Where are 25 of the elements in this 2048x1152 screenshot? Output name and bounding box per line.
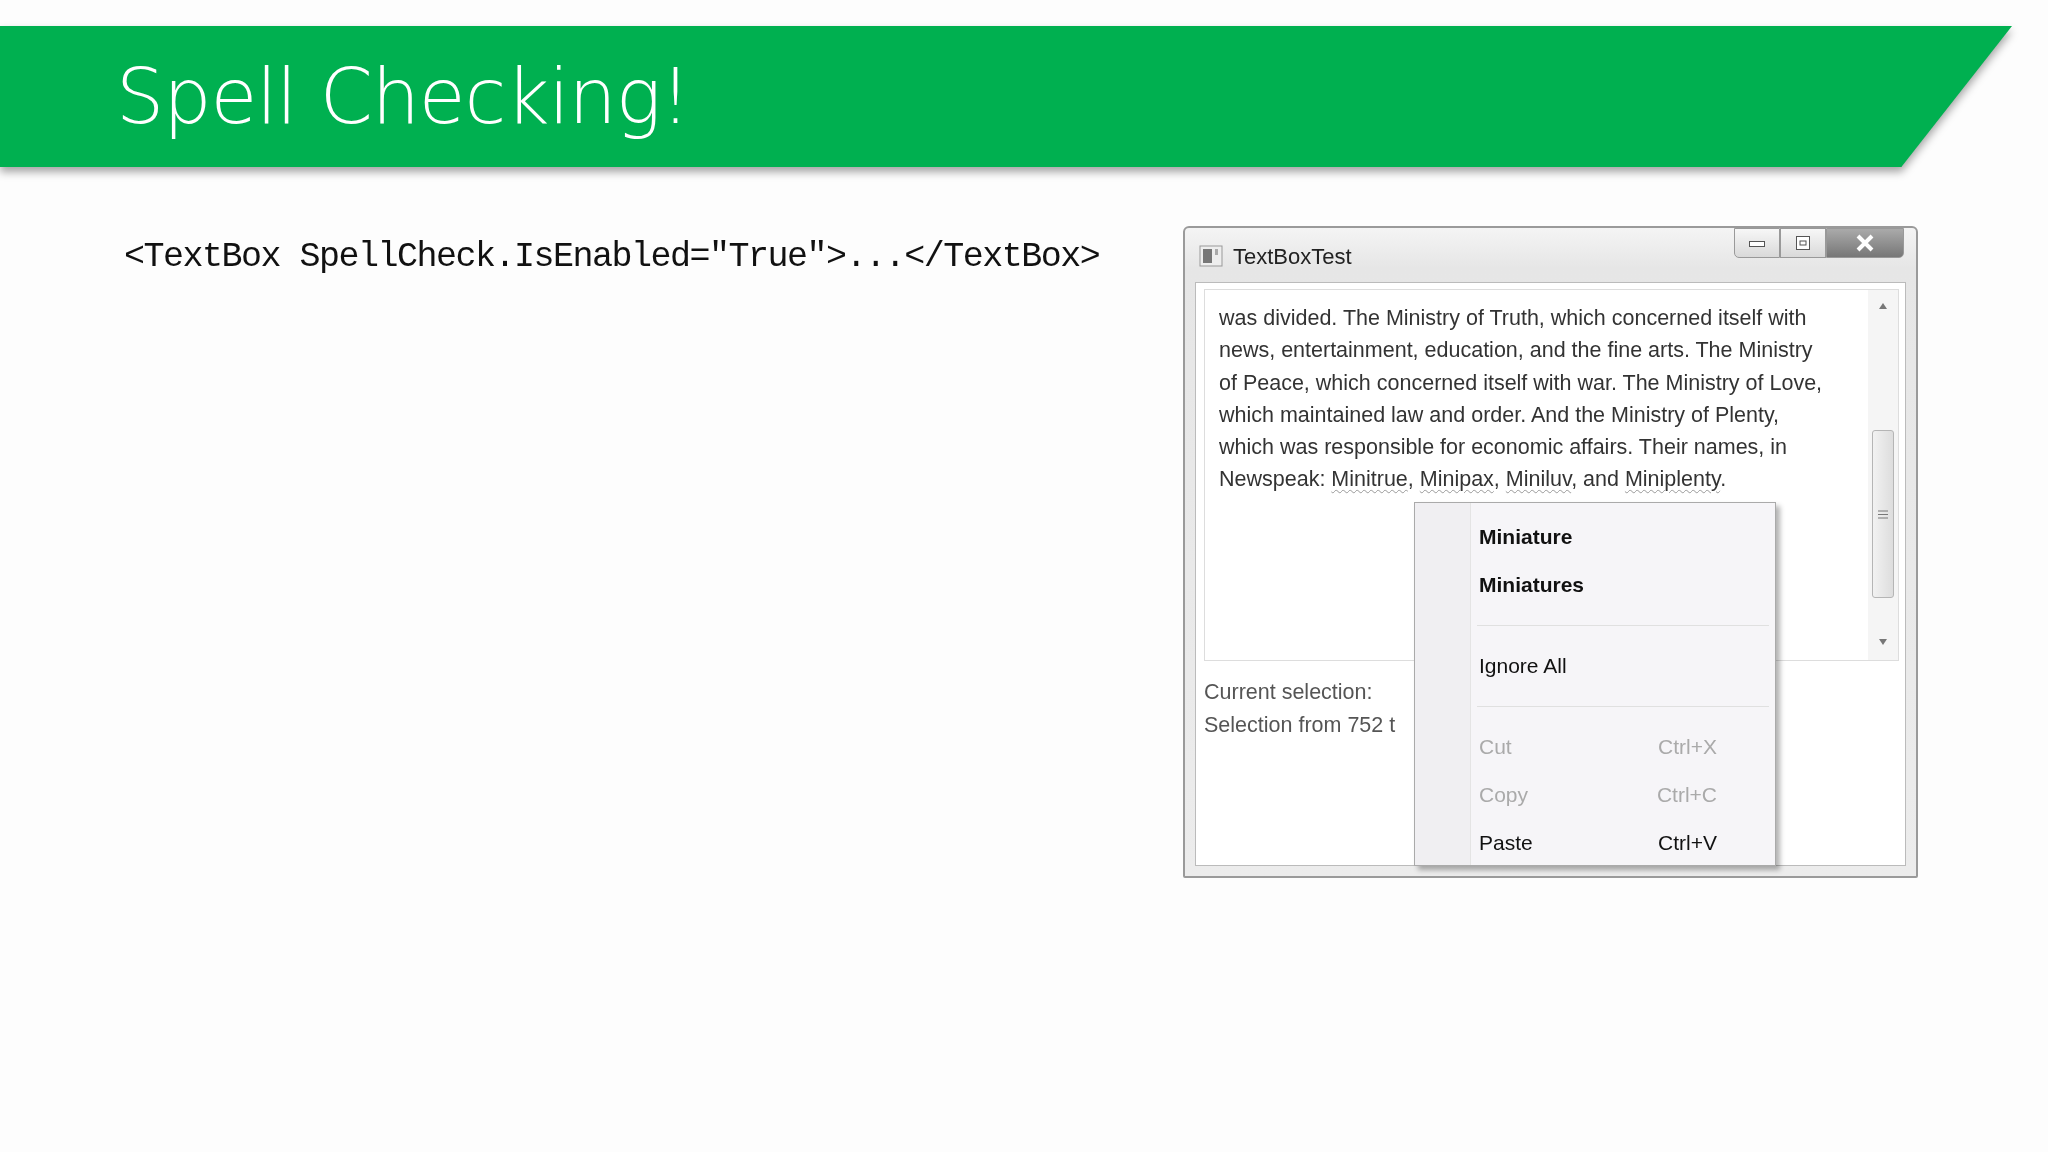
code-snippet: <TextBox SpellCheck.IsEnabled="True">...</TextBox> xyxy=(124,236,1100,279)
scroll-up-icon[interactable] xyxy=(1878,302,1888,310)
close-icon xyxy=(1855,234,1875,252)
status-text: Current selection: xyxy=(1204,679,1374,706)
menu-item[interactable]: Miniatures xyxy=(1417,561,1773,609)
text-line: which was responsible for economic affairs. Their names, in xyxy=(1219,434,1788,462)
menu-item[interactable]: Miniature xyxy=(1417,513,1773,561)
text-line: news, entertainment, education, and the fine arts. The Ministry xyxy=(1219,337,1813,365)
text-line: which maintained law and order. And the Ministry of Plenty, xyxy=(1219,401,1780,429)
text-line: was divided. The Ministry of Truth, which concerned itself with xyxy=(1219,305,1807,332)
status-text: Selection from 752 t xyxy=(1204,712,1396,739)
maximize-icon xyxy=(1795,235,1811,251)
app-icon xyxy=(1199,244,1223,268)
close-button[interactable] xyxy=(1826,228,1904,258)
scrollbar[interactable] xyxy=(1868,290,1898,660)
menu-item[interactable]: Paste Ctrl+V xyxy=(1417,819,1773,867)
minimize-icon xyxy=(1749,239,1765,247)
text-line: of Peace, which concerned itself with war. The Ministry of Love, xyxy=(1219,369,1823,397)
scroll-thumb[interactable] xyxy=(1872,430,1894,598)
maximize-button[interactable] xyxy=(1780,228,1826,258)
window-title: TextBoxTest xyxy=(1233,242,1352,271)
scroll-down-icon[interactable] xyxy=(1878,638,1888,646)
text-line: Newspeak: Minitrue, Minipax, Miniluv, and Miniplenty. xyxy=(1219,466,1727,494)
menu-item[interactable]: Ignore All xyxy=(1417,642,1773,690)
minimize-button[interactable] xyxy=(1734,228,1780,258)
